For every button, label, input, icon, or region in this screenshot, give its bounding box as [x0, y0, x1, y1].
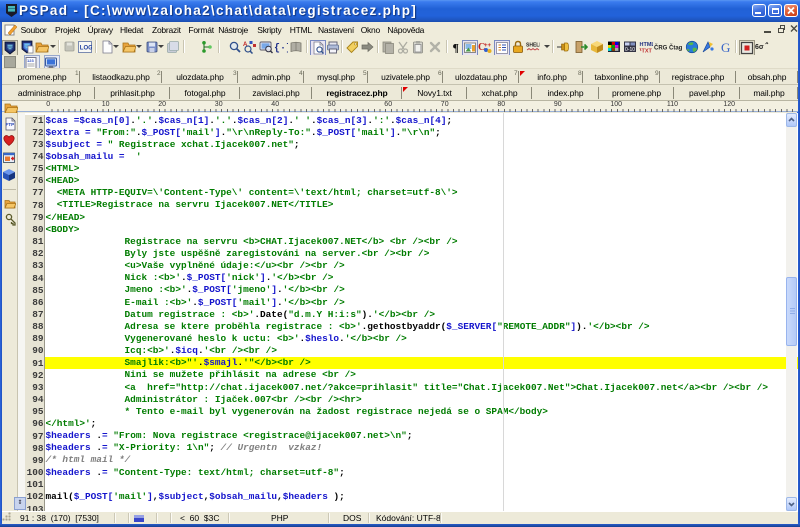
svg-text:ČRG: ČRG: [654, 45, 668, 52]
svg-text:LOG: LOG: [80, 46, 92, 52]
svg-text:HTML: HTML: [640, 42, 654, 48]
svg-text:G: G: [721, 40, 730, 54]
svg-text:TXT: TXT: [642, 49, 653, 55]
svg-text:{·}: {·}: [274, 43, 288, 55]
svg-text:Čtag: Čtag: [669, 45, 683, 52]
svg-text:SHELL: SHELL: [526, 43, 540, 49]
svg-text:0-10: 0-10: [625, 47, 635, 53]
svg-text:6σ: 6σ: [755, 44, 764, 51]
svg-text:++: ++: [484, 43, 492, 49]
svg-text:FTP: FTP: [6, 122, 15, 127]
svg-text:123: 123: [27, 58, 34, 63]
svg-text:¶: ¶: [453, 41, 459, 55]
